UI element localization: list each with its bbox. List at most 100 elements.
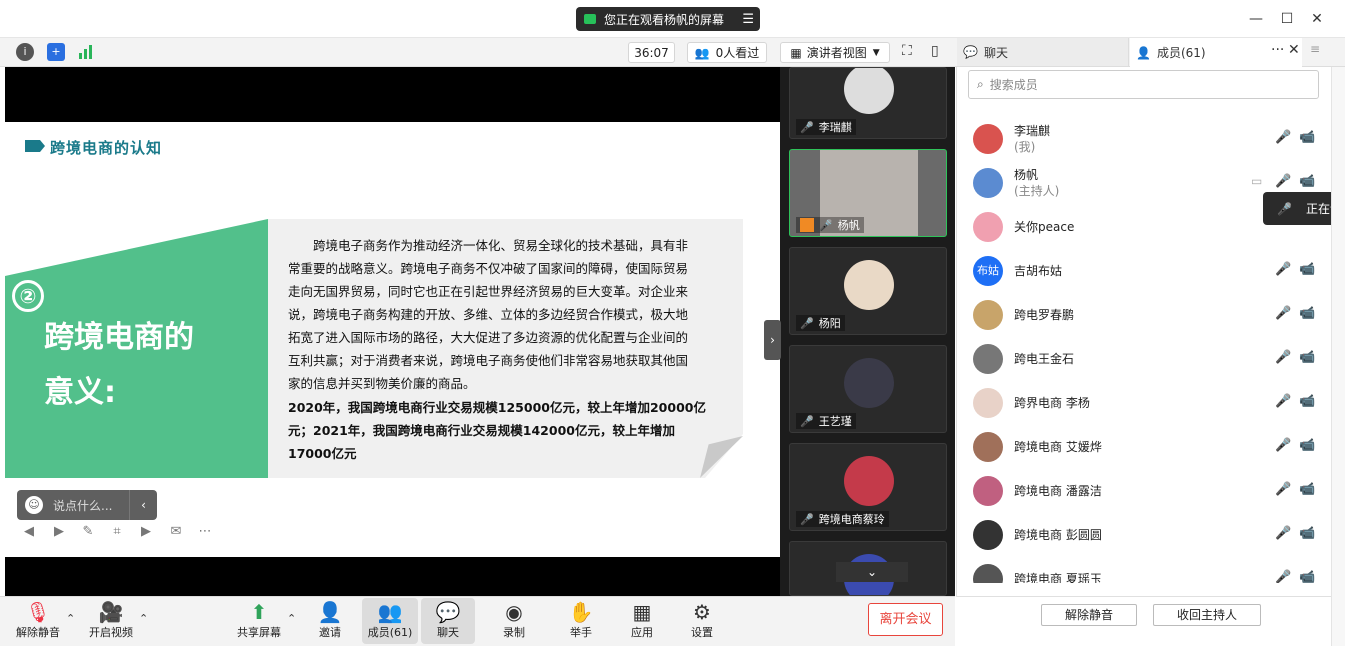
participant-name: 李瑞麒 [818,121,852,134]
video-tile[interactable]: 🎤 跨境电商蔡玲 [789,443,947,531]
chevron-up-icon[interactable]: ⌃ [287,612,296,625]
view-mode-dropdown[interactable]: ▦ 演讲者视图 ▼ [780,42,890,63]
sidebar-toggle-icon[interactable]: ▯ [931,43,939,59]
comment-icon[interactable]: ✉ [168,524,184,540]
participant-name: 杨帆 [837,219,860,232]
mic-muted-icon[interactable]: 🎤 [1275,174,1291,189]
member-row[interactable]: 跨界电商 李杨 🎤 📹 [973,381,1323,425]
mic-muted-icon[interactable]: 🎤 [1275,570,1291,583]
member-row[interactable]: 跨境电商 艾媛烨 🎤 📹 [973,425,1323,469]
scrollbar[interactable] [1331,67,1345,646]
close-icon[interactable]: ✕ [1288,42,1300,58]
search-input[interactable]: ⌕ 搜索成员 [968,70,1319,99]
member-name-block: 跨界电商 李杨 [1014,395,1090,411]
shield-icon[interactable]: + [47,43,65,61]
record-label: 录制 [503,626,525,639]
tab-chat[interactable]: 💬 聊天 [957,38,1129,66]
member-row[interactable]: 李瑞麒 (我) 🎤 📹 [973,117,1323,161]
member-name: 跨境电商 潘露洁 [1014,484,1102,498]
video-off-icon[interactable]: 📹 [1299,174,1315,189]
share-screen-icon: ⬆ [250,600,268,624]
viewers-button[interactable]: 👥 0人看过 [687,42,767,63]
chevron-up-icon[interactable]: ⌃ [139,612,148,625]
video-tile[interactable]: 🎤 杨阳 [789,247,947,335]
start-video-button[interactable]: 🎥 开启视频 [83,598,139,644]
screenshot-icon[interactable]: ⌗ [109,524,125,540]
collapse-handle[interactable]: › [764,320,781,360]
video-tile[interactable]: 🎤 王艺瑾 [789,345,947,433]
member-name-block: 跨境电商 潘露洁 [1014,483,1102,499]
mic-muted-icon[interactable]: 🎤 [1275,306,1291,321]
member-row[interactable]: 跨电王金石 🎤 📹 [973,337,1323,381]
members-footer [956,596,1331,646]
screen-share-indicator[interactable]: 您正在观看杨帆的屏幕 ☰ [576,7,760,31]
apps-button[interactable]: ▦ 应用 [614,598,670,644]
video-off-icon[interactable]: 📹 [1299,570,1315,583]
member-row[interactable]: 跨境电商 潘露洁 🎤 📹 [973,469,1323,513]
menu-icon[interactable]: ≡ [1310,42,1320,56]
unmute-button[interactable]: 🎙 解除静音 [10,598,66,644]
avatar [973,212,1003,242]
settings-button[interactable]: ⚙ 设置 [674,598,730,644]
mic-muted-icon[interactable]: 🎤 [1275,394,1291,409]
member-name-block: 跨电罗春鹏 [1014,307,1074,323]
camera-icon[interactable]: ▶ [138,524,154,540]
info-icon[interactable]: i [16,43,34,61]
share-screen-button[interactable]: ⬆ 共享屏幕 [231,598,287,644]
next-page-icon[interactable]: ▶ [51,524,67,540]
video-off-icon[interactable]: 📹 [1299,306,1315,321]
mic-muted-icon: 🎤 [800,120,814,134]
reclaim-host-button[interactable]: 收回主持人 [1153,604,1261,626]
list-icon[interactable]: ☰ [742,12,754,27]
members-button[interactable]: 👥 成员(61) [362,598,418,644]
meeting-timer: 36:07 [628,42,675,63]
member-row[interactable]: 跨境电商 彭圆圆 🎤 📹 [973,513,1323,557]
close-button[interactable]: ✕ [1306,8,1328,30]
hand-icon: ✋ [568,600,594,624]
signal-icon[interactable] [79,45,95,59]
more-icon[interactable]: ··· [1271,42,1284,58]
video-tile[interactable]: ⌄ [789,541,947,596]
mic-muted-icon[interactable]: 🎤 [1275,262,1291,277]
maximize-button[interactable]: ☐ [1276,8,1298,30]
raise-hand-button[interactable]: ✋ 举手 [553,598,609,644]
chevron-left-icon[interactable]: ‹ [129,490,157,520]
mic-muted-icon[interactable]: 🎤 [1275,438,1291,453]
video-off-icon[interactable]: 📹 [1299,262,1315,277]
mic-muted-icon[interactable]: 🎤 [1275,526,1291,541]
video-tile[interactable]: 🎤 杨帆 [789,149,947,237]
mic-muted-icon[interactable]: 🎤 [1275,350,1291,365]
slide-body-text: 跨境电子商务作为推动经济一体化、贸易全球化的技术基础，具有非常重要的战略意义。跨… [288,238,689,391]
chat-quick-input[interactable]: ☺ 说点什么... ‹ [17,490,157,520]
avatar-text: 布姑 [977,264,999,277]
record-button[interactable]: ◉ 录制 [486,598,542,644]
mic-muted-icon[interactable]: 🎤 [1275,482,1291,497]
video-off-icon[interactable]: 📹 [1299,350,1315,365]
leave-meeting-button[interactable]: 离开会议 [868,603,943,636]
video-off-icon[interactable]: 📹 [1299,482,1315,497]
prev-page-icon[interactable]: ◀ [21,524,37,540]
chevron-up-icon[interactable]: ⌃ [66,612,75,625]
member-row[interactable]: 布姑 吉胡布姑 🎤 📹 [973,249,1323,293]
mic-muted-icon[interactable]: 🎤 [1275,130,1291,145]
video-off-icon[interactable]: 📹 [1299,438,1315,453]
fullscreen-icon[interactable]: ⛶ [902,43,912,59]
pencil-icon[interactable]: ✎ [80,524,96,540]
video-off-icon[interactable]: 📹 [1299,526,1315,541]
unmute-all-button[interactable]: 解除静音 [1041,604,1137,626]
avatar [844,456,894,506]
member-row[interactable]: 跨境电商 夏瑶玉 🎤 📹 [973,557,1323,583]
chevron-down-icon[interactable]: ⌄ [836,562,908,582]
invite-label: 邀请 [319,626,341,639]
more-icon[interactable]: ⋯ [197,524,213,540]
settings-label: 设置 [691,626,713,639]
chat-button[interactable]: 💬 聊天 [421,598,475,644]
emoji-icon[interactable]: ☺ [25,496,43,514]
invite-button[interactable]: 👤 邀请 [302,598,358,644]
people-icon: 👥 [694,45,710,60]
minimize-button[interactable]: — [1245,8,1267,30]
video-off-icon[interactable]: 📹 [1299,394,1315,409]
video-off-icon[interactable]: 📹 [1299,130,1315,145]
video-tile[interactable]: 🎤 李瑞麒 [789,67,947,139]
member-row[interactable]: 跨电罗春鹏 🎤 📹 [973,293,1323,337]
